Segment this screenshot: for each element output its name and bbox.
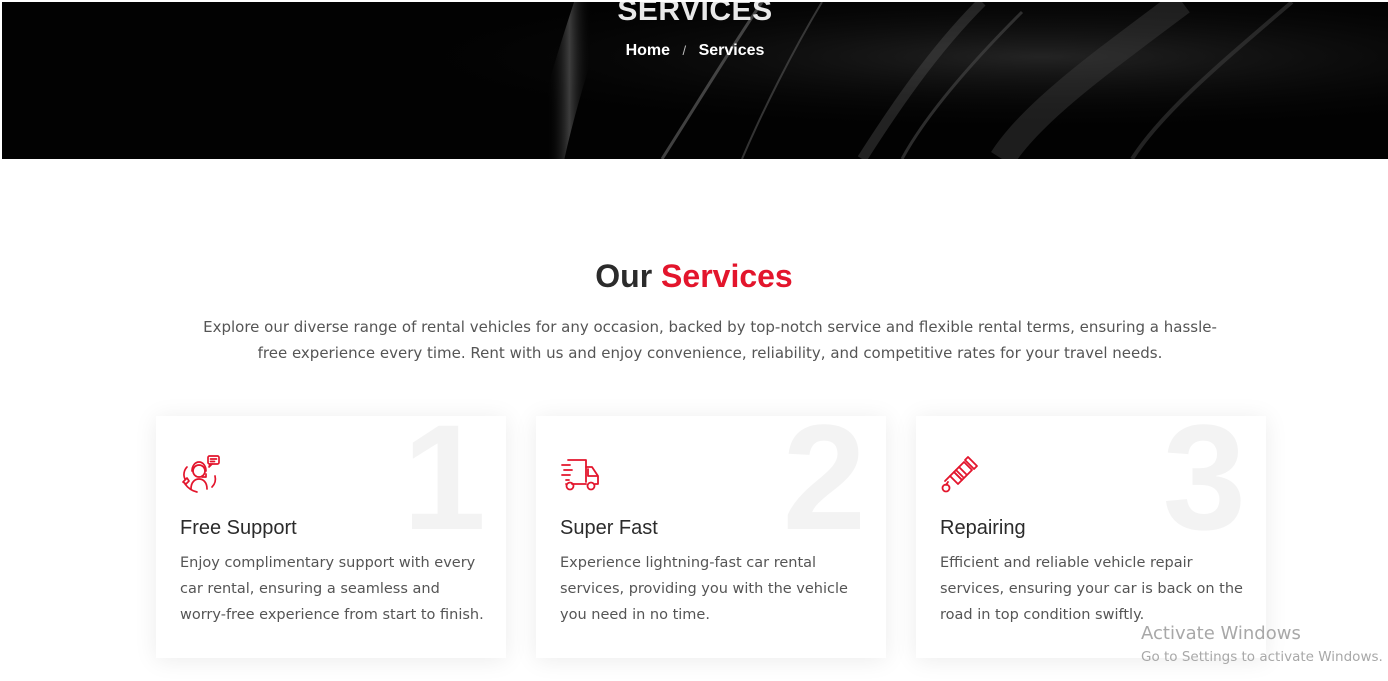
delivery-truck-icon bbox=[561, 459, 599, 491]
card-title: Super Fast bbox=[560, 517, 658, 539]
watermark-title: Activate Windows bbox=[1141, 623, 1301, 644]
page-hero-banner: SERVICES Home / Services bbox=[2, 2, 1388, 159]
section-description: Explore our diverse range of rental vehi… bbox=[203, 318, 1217, 362]
section-title-accent: Services bbox=[661, 258, 793, 294]
activate-windows-watermark: Activate Windows Go to Settings to activ… bbox=[1141, 622, 1383, 668]
section-title: Our Services bbox=[0, 258, 1388, 295]
service-card-free-support: 1 Free Support Enjoy complimentary suppo… bbox=[156, 416, 506, 658]
card-number: 2 bbox=[782, 416, 866, 561]
card-description: Experience lightning-fast car rental ser… bbox=[560, 555, 848, 623]
breadcrumb-current: Services bbox=[698, 42, 765, 59]
breadcrumb-separator: / bbox=[682, 43, 687, 58]
breadcrumb: Home / Services bbox=[2, 42, 1388, 60]
section-title-plain: Our bbox=[595, 258, 653, 294]
card-number: 3 bbox=[1162, 416, 1246, 561]
breadcrumb-home-link[interactable]: Home bbox=[626, 42, 670, 59]
spark-plug-icon bbox=[941, 456, 978, 493]
card-title: Free Support bbox=[180, 517, 297, 539]
support-agent-icon bbox=[182, 455, 220, 493]
card-description: Efficient and reliable vehicle repair se… bbox=[940, 555, 1243, 623]
card-title: Repairing bbox=[940, 517, 1026, 539]
watermark-subtitle: Go to Settings to activate Windows. bbox=[1141, 649, 1383, 665]
card-number: 1 bbox=[402, 416, 486, 561]
card-description: Enjoy complimentary support with every c… bbox=[180, 555, 484, 623]
page-title: SERVICES bbox=[617, 2, 773, 27]
service-card-super-fast: 2 Super Fast Experience lightning-fast c… bbox=[536, 416, 886, 658]
